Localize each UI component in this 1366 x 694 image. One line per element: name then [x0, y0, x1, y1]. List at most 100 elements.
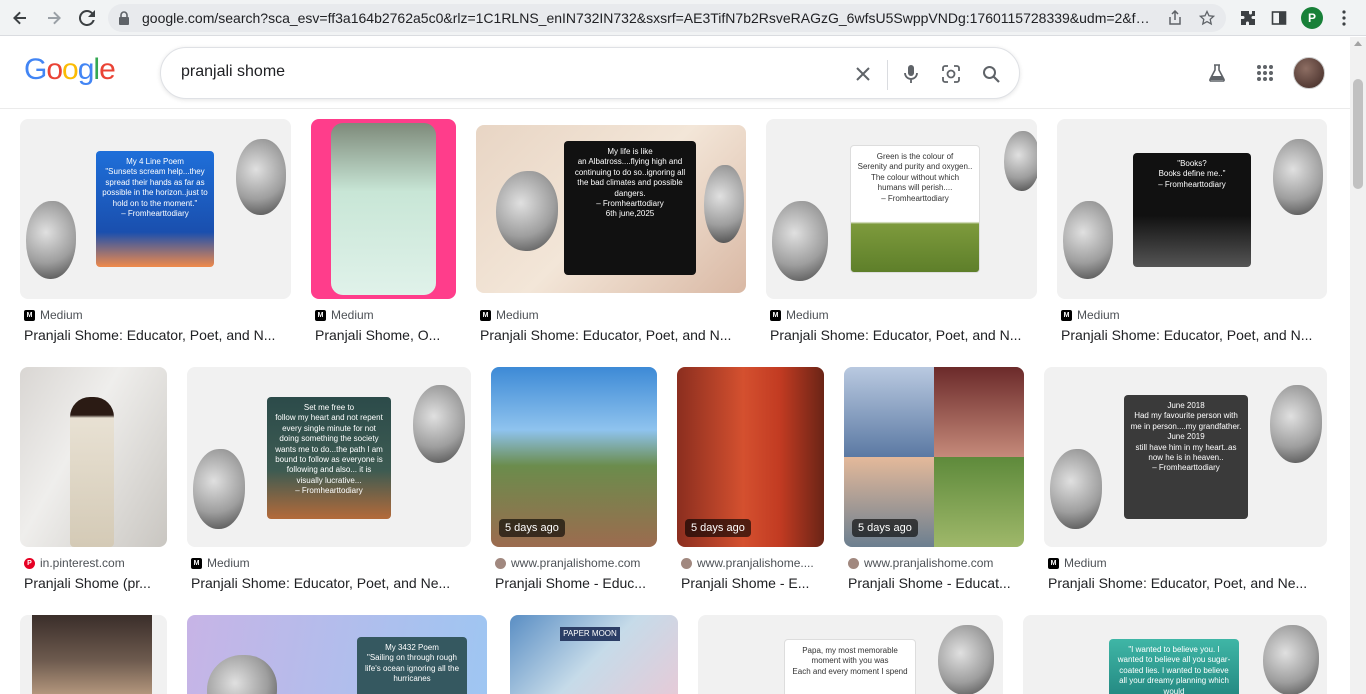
- apps-grid-icon[interactable]: [1253, 61, 1277, 85]
- poem-card-text: "I wanted to believe you. I wanted to be…: [1109, 639, 1239, 694]
- image-result-card[interactable]: [20, 615, 167, 694]
- result-thumbnail[interactable]: Set me free to follow my heart and not r…: [187, 367, 471, 547]
- poem-card-text: Set me free to follow my heart and not r…: [267, 397, 391, 519]
- result-thumbnail[interactable]: PAPER MOON: [510, 615, 678, 694]
- search-icon[interactable]: [979, 62, 1003, 86]
- image-result-card[interactable]: My life is like an Albatross....flying h…: [476, 119, 746, 353]
- date-badge: 5 days ago: [499, 519, 565, 537]
- medium-favicon-icon: M: [1048, 557, 1059, 569]
- result-source[interactable]: Pin.pinterest.com: [24, 556, 125, 570]
- portrait-sketch: [1270, 385, 1322, 463]
- result-source[interactable]: M Medium: [1061, 308, 1120, 322]
- result-title[interactable]: Pranjali Shome: Educator, Poet, and N...: [770, 327, 1036, 343]
- portrait-sketch: [1273, 139, 1323, 215]
- result-thumbnail[interactable]: [20, 367, 167, 547]
- result-thumbnail[interactable]: My 3432 Poem "Sailing on through rough l…: [187, 615, 487, 694]
- search-box[interactable]: pranjali shome: [160, 47, 1020, 99]
- result-thumbnail[interactable]: 5 days ago: [491, 367, 657, 547]
- clear-search-icon[interactable]: [851, 62, 875, 86]
- profile-avatar-button[interactable]: P: [1301, 7, 1323, 29]
- result-title[interactable]: Pranjali Shome - E...: [681, 575, 824, 591]
- result-source[interactable]: M Medium: [480, 308, 539, 322]
- image-results-grid: My 4 Line Poem "Sunsets scream help...th…: [0, 110, 1350, 694]
- image-result-card[interactable]: Pin.pinterest.com Pranjali Shome (pr...: [20, 367, 167, 601]
- image-result-card[interactable]: My 3432 Poem "Sailing on through rough l…: [187, 615, 487, 694]
- result-title[interactable]: Pranjali Shome: Educator, Poet, and N...: [480, 327, 746, 343]
- result-title[interactable]: Pranjali Shome: Educator, Poet, and N...: [24, 327, 290, 343]
- result-thumbnail[interactable]: [20, 615, 167, 694]
- result-source[interactable]: www.pranjalishome.com: [495, 556, 640, 570]
- result-source[interactable]: M Medium: [770, 308, 829, 322]
- lens-search-icon[interactable]: [939, 62, 963, 86]
- back-button[interactable]: [8, 6, 32, 30]
- labs-flask-icon[interactable]: [1205, 61, 1229, 85]
- medium-favicon-icon: M: [770, 309, 781, 321]
- result-title[interactable]: Pranjali Shome (pr...: [24, 575, 167, 591]
- result-thumbnail[interactable]: 5 days ago: [677, 367, 824, 547]
- result-title[interactable]: Pranjali Shome - Educ...: [495, 575, 657, 591]
- page-scrollbar[interactable]: [1350, 37, 1366, 694]
- result-thumbnail[interactable]: My 4 Line Poem "Sunsets scream help...th…: [20, 119, 291, 299]
- image-result-card[interactable]: "Books? Books define me.." – Fromheartto…: [1057, 119, 1327, 353]
- image-result-card[interactable]: Papa, my most memorable moment with you …: [698, 615, 1003, 694]
- result-thumbnail[interactable]: 5 days ago: [844, 367, 1024, 547]
- forward-arrow-icon: [48, 11, 61, 25]
- share-icon[interactable]: [1166, 9, 1184, 27]
- result-title[interactable]: Pranjali Shome: Educator, Poet, and N...: [1061, 327, 1327, 343]
- image-result-card[interactable]: 5 days ago www.pranjalishome.com Pranjal…: [491, 367, 657, 601]
- side-panel-icon[interactable]: [1267, 6, 1291, 30]
- poem-card-text: "Books? Books define me.." – Fromheartto…: [1133, 153, 1251, 267]
- portrait-sketch: [1263, 625, 1319, 694]
- account-avatar[interactable]: [1293, 57, 1325, 89]
- site-favicon-icon: [495, 557, 506, 569]
- result-thumbnail[interactable]: Green is the colour of Serenity and puri…: [766, 119, 1037, 299]
- result-source[interactable]: M Medium: [1048, 556, 1107, 570]
- medium-favicon-icon: M: [24, 309, 35, 321]
- result-title[interactable]: Pranjali Shome - Educat...: [848, 575, 1024, 591]
- menu-kebab-icon[interactable]: [1332, 6, 1356, 30]
- image-result-card[interactable]: June 2018 Had my favourite person with m…: [1044, 367, 1327, 601]
- image-result-card[interactable]: "I wanted to believe you. I wanted to be…: [1023, 615, 1327, 694]
- result-thumbnail[interactable]: June 2018 Had my favourite person with m…: [1044, 367, 1327, 547]
- image-result-card[interactable]: M Medium Pranjali Shome, O...: [311, 119, 456, 353]
- result-source[interactable]: M Medium: [24, 308, 83, 322]
- extensions-puzzle-icon[interactable]: [1236, 6, 1260, 30]
- bookmark-star-icon[interactable]: [1198, 9, 1216, 27]
- result-title[interactable]: Pranjali Shome, O...: [315, 327, 455, 343]
- google-logo[interactable]: Google: [24, 53, 116, 87]
- result-thumbnail[interactable]: My life is like an Albatross....flying h…: [476, 125, 746, 293]
- forward-button[interactable]: [42, 6, 66, 30]
- site-info-icon[interactable]: [118, 11, 130, 30]
- portrait-sketch: [772, 201, 828, 281]
- result-thumbnail[interactable]: "Books? Books define me.." – Fromheartto…: [1057, 119, 1327, 299]
- result-source[interactable]: www.pranjalishome.com: [848, 556, 993, 570]
- image-result-card[interactable]: My 4 Line Poem "Sunsets scream help...th…: [20, 119, 291, 353]
- result-source[interactable]: www.pranjalishome....: [681, 556, 814, 570]
- scroll-thumb[interactable]: [1353, 79, 1363, 189]
- result-title[interactable]: Pranjali Shome: Educator, Poet, and Ne..…: [191, 575, 471, 591]
- image-result-card[interactable]: 5 days ago www.pranjalishome.com Pranjal…: [844, 367, 1024, 601]
- result-source[interactable]: M Medium: [191, 556, 250, 570]
- result-thumbnail[interactable]: "I wanted to believe you. I wanted to be…: [1023, 615, 1327, 694]
- search-input[interactable]: pranjali shome: [181, 63, 285, 81]
- scroll-up-arrow-icon[interactable]: [1354, 41, 1362, 46]
- result-thumbnail[interactable]: [311, 119, 456, 299]
- poem-card-text: My 3432 Poem "Sailing on through rough l…: [357, 637, 467, 694]
- medium-favicon-icon: M: [191, 557, 202, 569]
- result-title[interactable]: Pranjali Shome: Educator, Poet, and Ne..…: [1048, 575, 1327, 591]
- result-thumbnail[interactable]: Papa, my most memorable moment with you …: [698, 615, 1003, 694]
- poem-card-text: Green is the colour of Serenity and puri…: [850, 145, 980, 273]
- portrait-sketch: [236, 139, 286, 215]
- image-result-card[interactable]: Green is the colour of Serenity and puri…: [766, 119, 1037, 353]
- result-source[interactable]: M Medium: [315, 308, 374, 322]
- reload-icon: [79, 10, 95, 26]
- image-result-card[interactable]: 5 days ago www.pranjalishome.... Pranjal…: [677, 367, 824, 601]
- reload-button[interactable]: [75, 6, 99, 30]
- voice-search-icon[interactable]: [899, 62, 923, 86]
- address-bar[interactable]: google.com/search?sca_esv=ff3a164b2762a5…: [108, 4, 1226, 32]
- portrait-sketch: [193, 449, 245, 529]
- portrait-photo: [70, 397, 114, 547]
- image-result-card[interactable]: PAPER MOON: [510, 615, 678, 694]
- url-text[interactable]: google.com/search?sca_esv=ff3a164b2762a5…: [142, 10, 1152, 26]
- image-result-card[interactable]: Set me free to follow my heart and not r…: [187, 367, 471, 601]
